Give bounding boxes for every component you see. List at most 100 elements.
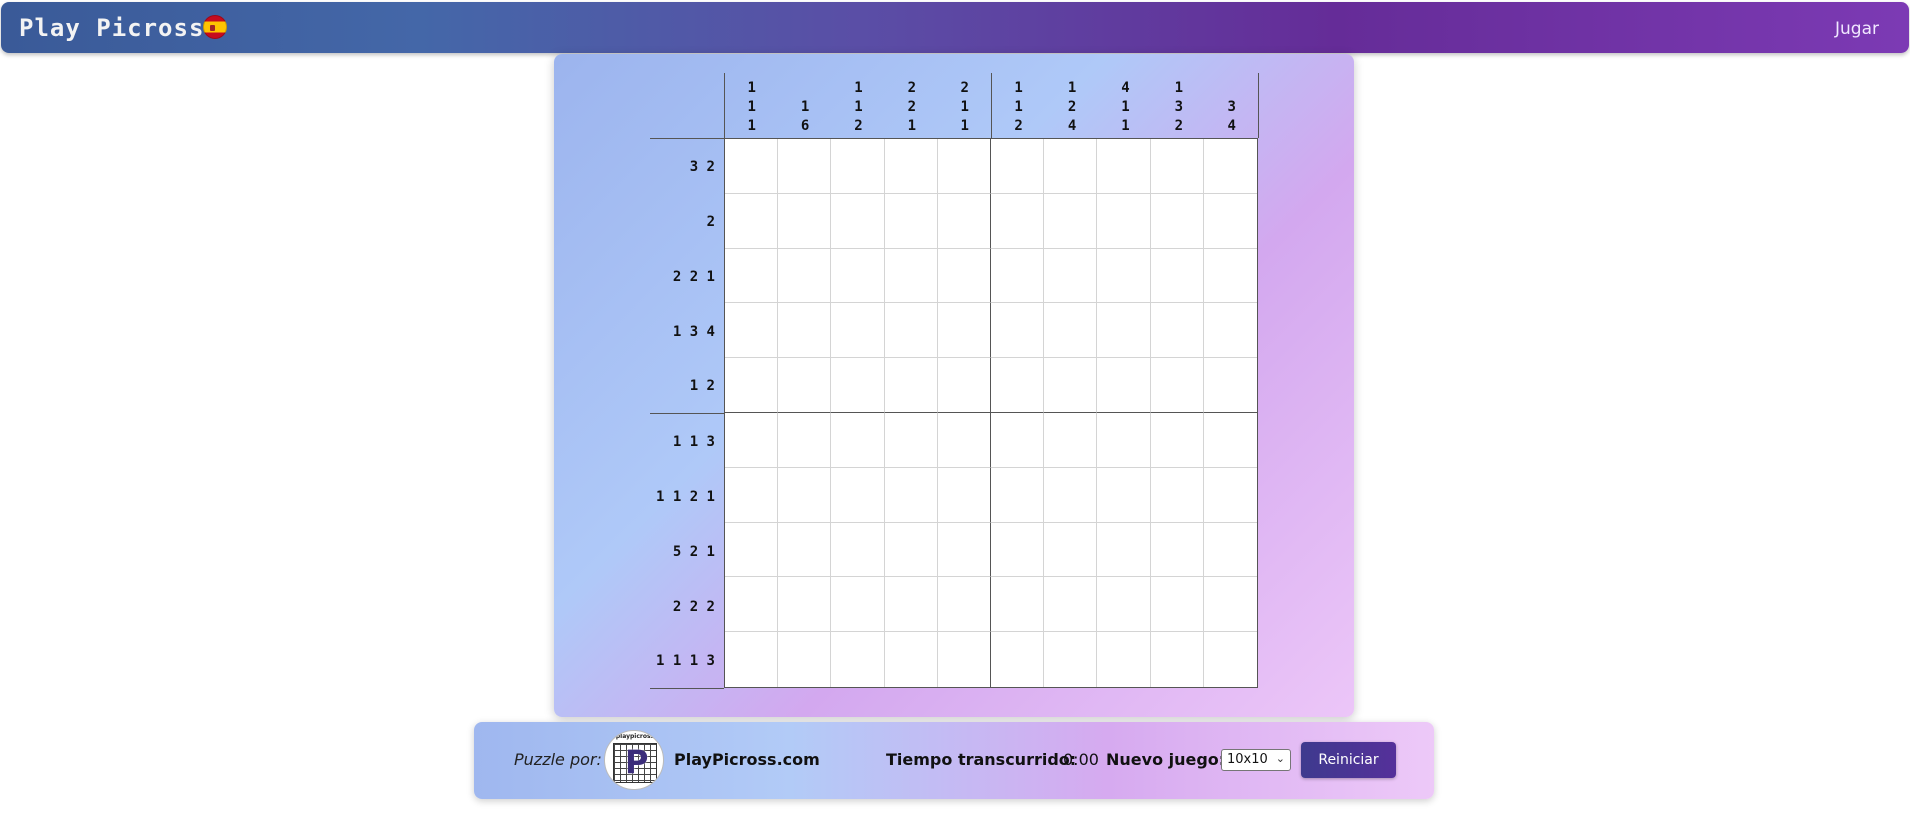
grid-cell[interactable] (1097, 303, 1151, 359)
grid-cell[interactable] (991, 303, 1045, 359)
grid-cell[interactable] (937, 467, 991, 523)
grid-cell[interactable] (991, 412, 1045, 468)
grid-cell[interactable] (937, 522, 991, 578)
grid-cell[interactable] (1044, 632, 1098, 687)
grid-cell[interactable] (831, 632, 885, 687)
grid-cell[interactable] (1150, 303, 1204, 359)
grid-cell[interactable] (1203, 522, 1257, 578)
grid-cell[interactable] (778, 412, 832, 468)
grid-cell[interactable] (884, 358, 938, 413)
grid-cell[interactable] (778, 577, 832, 633)
grid-cell[interactable] (778, 632, 832, 687)
grid-cell[interactable] (1044, 467, 1098, 523)
grid-cell[interactable] (1044, 522, 1098, 578)
grid-cell[interactable] (991, 467, 1045, 523)
grid-cell[interactable] (1044, 248, 1098, 304)
grid-cell[interactable] (1097, 467, 1151, 523)
grid-cell[interactable] (778, 139, 832, 194)
grid-cell[interactable] (1203, 632, 1257, 687)
grid-cell[interactable] (1203, 303, 1257, 359)
puzzle-size-select[interactable]: 10x10 ⌄ (1221, 749, 1291, 771)
grid-cell[interactable] (1150, 358, 1204, 413)
grid-cell[interactable] (1044, 193, 1098, 249)
grid-cell[interactable] (725, 632, 779, 687)
grid-cell[interactable] (884, 522, 938, 578)
grid-cell[interactable] (884, 193, 938, 249)
grid-cell[interactable] (1097, 412, 1151, 468)
grid-cell[interactable] (1203, 412, 1257, 468)
grid-cell[interactable] (937, 577, 991, 633)
brand-title[interactable]: Play Picross (19, 14, 204, 42)
grid-cell[interactable] (884, 632, 938, 687)
grid-cell[interactable] (831, 412, 885, 468)
grid-cell[interactable] (1150, 522, 1204, 578)
grid-cell[interactable] (1097, 632, 1151, 687)
grid-cell[interactable] (1097, 193, 1151, 249)
grid-cell[interactable] (884, 139, 938, 194)
grid-cell[interactable] (725, 139, 779, 194)
grid-cell[interactable] (1150, 632, 1204, 687)
grid-cell[interactable] (725, 577, 779, 633)
grid-cell[interactable] (778, 248, 832, 304)
grid-cell[interactable] (937, 303, 991, 359)
grid-cell[interactable] (937, 248, 991, 304)
grid-cell[interactable] (1203, 139, 1257, 194)
grid-cell[interactable] (991, 577, 1045, 633)
grid-cell[interactable] (725, 303, 779, 359)
grid-cell[interactable] (991, 522, 1045, 578)
spain-flag-icon[interactable] (203, 15, 227, 39)
grid-cell[interactable] (831, 248, 885, 304)
grid-cell[interactable] (1044, 358, 1098, 413)
grid-cell[interactable] (1150, 467, 1204, 523)
grid-cell[interactable] (725, 467, 779, 523)
grid-cell[interactable] (937, 632, 991, 687)
grid-cell[interactable] (884, 303, 938, 359)
grid-cell[interactable] (1150, 139, 1204, 194)
grid-cell[interactable] (1097, 358, 1151, 413)
grid-cell[interactable] (991, 139, 1045, 194)
grid-cell[interactable] (1150, 193, 1204, 249)
grid-cell[interactable] (831, 358, 885, 413)
grid-cell[interactable] (1097, 139, 1151, 194)
grid-cell[interactable] (1150, 248, 1204, 304)
grid-cell[interactable] (831, 139, 885, 194)
grid-cell[interactable] (1097, 577, 1151, 633)
grid-cell[interactable] (1203, 467, 1257, 523)
grid-cell[interactable] (1203, 248, 1257, 304)
grid-cell[interactable] (884, 412, 938, 468)
grid-cell[interactable] (778, 522, 832, 578)
grid-cell[interactable] (884, 467, 938, 523)
grid-cell[interactable] (831, 467, 885, 523)
play-link[interactable]: Jugar (1835, 19, 1879, 39)
grid-cell[interactable] (725, 248, 779, 304)
grid-cell[interactable] (725, 193, 779, 249)
grid-cell[interactable] (991, 632, 1045, 687)
grid-cell[interactable] (1203, 193, 1257, 249)
reset-button[interactable]: Reiniciar (1301, 742, 1396, 778)
grid-cell[interactable] (937, 193, 991, 249)
grid-cell[interactable] (1150, 412, 1204, 468)
grid-cell[interactable] (1044, 139, 1098, 194)
grid-cell[interactable] (831, 193, 885, 249)
grid-cell[interactable] (725, 522, 779, 578)
grid-cell[interactable] (725, 412, 779, 468)
grid-cell[interactable] (937, 412, 991, 468)
grid-cell[interactable] (778, 303, 832, 359)
grid-cell[interactable] (884, 248, 938, 304)
grid-cell[interactable] (778, 467, 832, 523)
grid-cell[interactable] (937, 139, 991, 194)
grid-cell[interactable] (725, 358, 779, 413)
grid-cell[interactable] (831, 577, 885, 633)
grid-cell[interactable] (778, 193, 832, 249)
grid-cell[interactable] (778, 358, 832, 413)
grid-cell[interactable] (831, 522, 885, 578)
grid-cell[interactable] (1203, 577, 1257, 633)
grid-cell[interactable] (1044, 303, 1098, 359)
grid-cell[interactable] (991, 193, 1045, 249)
grid-cell[interactable] (1150, 577, 1204, 633)
grid-cell[interactable] (1044, 577, 1098, 633)
grid-cell[interactable] (1044, 412, 1098, 468)
grid-cell[interactable] (1097, 248, 1151, 304)
grid-cell[interactable] (884, 577, 938, 633)
grid-cell[interactable] (1097, 522, 1151, 578)
